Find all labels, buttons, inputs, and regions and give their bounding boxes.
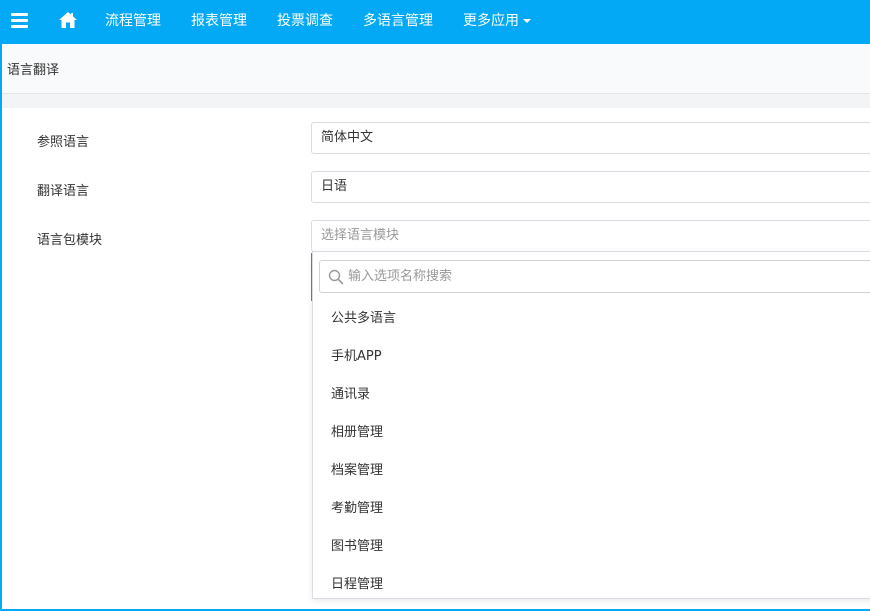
dropdown-option[interactable]: 图书管理 [313,528,870,566]
dropdown-option[interactable]: 档案管理 [313,452,870,490]
dropdown-option[interactable]: 考勤管理 [313,490,870,528]
nav-item-workflow[interactable]: 流程管理 [105,11,161,31]
dropdown-option[interactable]: 手机APP [313,338,870,376]
dropdown-search-box [319,260,870,293]
dropdown-option[interactable]: 日程管理 [313,566,870,604]
reference-language-label: 参照语言 [37,135,90,150]
module-label: 语言包模块 [37,233,103,248]
page-header: 语言翻译 [2,44,870,94]
hamburger-icon[interactable] [11,13,29,29]
app-frame: 流程管理 报表管理 投票调查 多语言管理 更多应用 语言翻译 参照语言 简体中文… [0,0,870,611]
dropdown-search-input[interactable] [348,261,868,292]
target-language-select[interactable]: 日语 [311,171,870,203]
nav-item-voting[interactable]: 投票调查 [277,11,333,31]
module-select[interactable]: 选择语言模块 [311,220,870,252]
nav-item-more-apps-label: 更多应用 [463,13,519,29]
top-navbar: 流程管理 报表管理 投票调查 多语言管理 更多应用 [2,0,870,44]
dropdown-option[interactable]: 相册管理 [313,414,870,452]
nav-item-reports[interactable]: 报表管理 [191,11,247,31]
reference-language-select[interactable]: 简体中文 [311,122,870,154]
page-title: 语言翻译 [7,63,60,78]
search-icon [328,269,344,285]
dropdown-option[interactable]: 通讯录 [313,376,870,414]
nav-item-multilanguage[interactable]: 多语言管理 [363,11,433,31]
target-language-label: 翻译语言 [37,184,90,199]
section-divider [2,94,870,108]
dropdown-option[interactable]: 公共多语言 [313,300,870,338]
module-dropdown: 公共多语言 手机APP 通讯录 相册管理 档案管理 考勤管理 图书管理 日程管理 [312,251,870,599]
caret-down-icon [523,19,531,23]
home-icon[interactable] [58,11,78,29]
nav-item-more-apps[interactable]: 更多应用 [463,11,531,31]
